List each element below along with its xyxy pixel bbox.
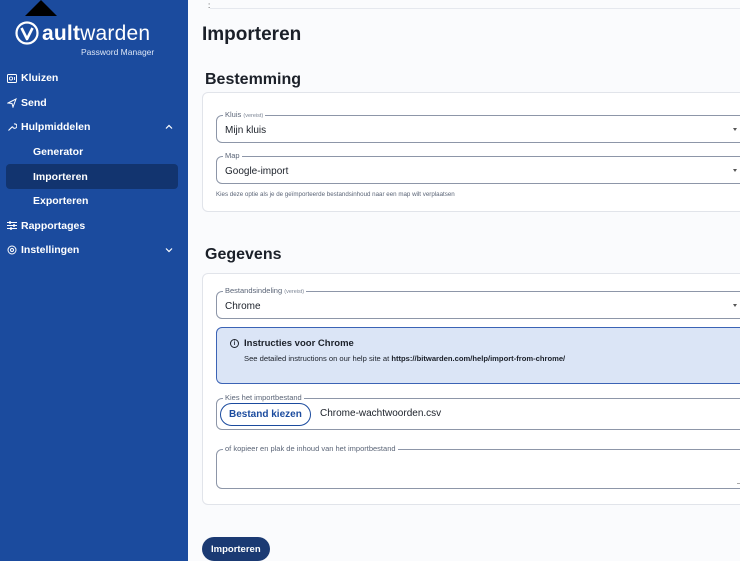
sidebar-item-label: Instellingen (21, 244, 80, 257)
sidebar-item-exporteren[interactable]: Exporteren (0, 189, 188, 214)
section-title-bestemming: Bestemming (205, 71, 302, 88)
sliders-icon (6, 220, 17, 231)
sidebar-item-hulpmiddelen[interactable]: Hulpmiddelen (0, 115, 188, 140)
vault-icon (6, 73, 17, 84)
header-divider (210, 8, 740, 9)
chevron-down-icon[interactable] (164, 245, 174, 255)
sidebar-item-label: Generator (33, 146, 84, 159)
caret-down-icon (733, 128, 737, 131)
info-icon: i (230, 339, 239, 348)
main-content: : Importeren Bestemming Kluis (vereist) … (188, 0, 740, 561)
folder-select-label: Map (223, 151, 242, 160)
instructions-title: i Instructies voor Chrome (230, 338, 354, 349)
sidebar-item-importeren[interactable]: Importeren (6, 164, 178, 189)
instructions-text: See detailed instructions on our help si… (244, 354, 566, 363)
paste-contents-label: of kopieer en plak de inhoud van het imp… (223, 444, 398, 453)
folder-help-text: Kies deze optie als je de geïmporteerde … (216, 191, 455, 198)
wrench-icon (6, 122, 17, 133)
sidebar-item-kluizen[interactable]: Kluizen (0, 66, 188, 91)
sidebar-item-label: Hulpmiddelen (21, 121, 91, 134)
vault-select[interactable]: Kluis (vereist) Mijn kluis (216, 110, 740, 143)
page-title: Importeren (202, 24, 302, 45)
folder-select[interactable]: Map Google-import (216, 151, 740, 184)
sidebar-item-generator[interactable]: Generator (0, 140, 188, 165)
sidebar-nav: Kluizen Send Hulpmiddelen Generator Impo… (0, 66, 188, 263)
instructions-link[interactable]: https://bitwarden.com/help/import-from-c… (391, 354, 565, 363)
paste-contents-textarea[interactable]: of kopieer en plak de inhoud van het imp… (216, 444, 740, 489)
sidebar-item-label: Send (21, 96, 47, 109)
sidebar-item-rapportages[interactable]: Rapportages (0, 214, 188, 239)
sidebar-item-label: Rapportages (21, 219, 86, 232)
chosen-file-name: Chrome-wachtwoorden.csv (320, 408, 442, 419)
file-format-select[interactable]: Bestandsindeling (vereist) Chrome (216, 286, 740, 319)
sidebar-item-label: Kluizen (21, 72, 59, 85)
sidebar-item-send[interactable]: Send (0, 91, 188, 116)
choose-file-button[interactable]: Bestand kiezen (220, 403, 311, 426)
vault-select-value: Mijn kluis (225, 125, 267, 136)
vaultwarden-logo[interactable]: aultwarden Password Manager (12, 18, 177, 58)
file-format-value: Chrome (225, 301, 261, 312)
sidebar-item-label: Importeren (33, 170, 88, 183)
data-card: Bestandsindeling (vereist) Chrome i Inst… (202, 273, 740, 505)
import-file-field: Kies het importbestand Bestand kiezen Ch… (216, 393, 740, 430)
sidebar-item-label: Exporteren (33, 195, 89, 208)
folder-select-value: Google-import (225, 166, 289, 177)
section-title-gegevens: Gegevens (205, 246, 282, 263)
menu-dot: : (208, 1, 211, 10)
import-submit-button[interactable]: Importeren (202, 537, 270, 561)
caret-down-icon (733, 304, 737, 307)
instructions-callout: i Instructies voor Chrome See detailed i… (216, 327, 740, 384)
destination-card: Kluis (vereist) Mijn kluis Map Google-im… (202, 92, 740, 212)
caret-down-icon (733, 169, 737, 172)
chevron-up-icon[interactable] (164, 122, 174, 132)
logo-wordmark: aultwarden (42, 22, 151, 45)
file-format-label: Bestandsindeling (vereist) (223, 286, 307, 295)
send-icon (6, 97, 17, 108)
logo-subtitle: Password Manager (81, 47, 155, 57)
shield-v-logo-icon (15, 21, 39, 45)
sidebar-item-instellingen[interactable]: Instellingen (0, 238, 188, 263)
sidebar: aultwarden Password Manager Kluizen Send… (0, 0, 188, 561)
import-file-label: Kies het importbestand (223, 393, 304, 402)
gear-icon (6, 245, 17, 256)
vault-select-label: Kluis (vereist) (223, 110, 266, 119)
mouse-cursor-icon (25, 0, 57, 16)
